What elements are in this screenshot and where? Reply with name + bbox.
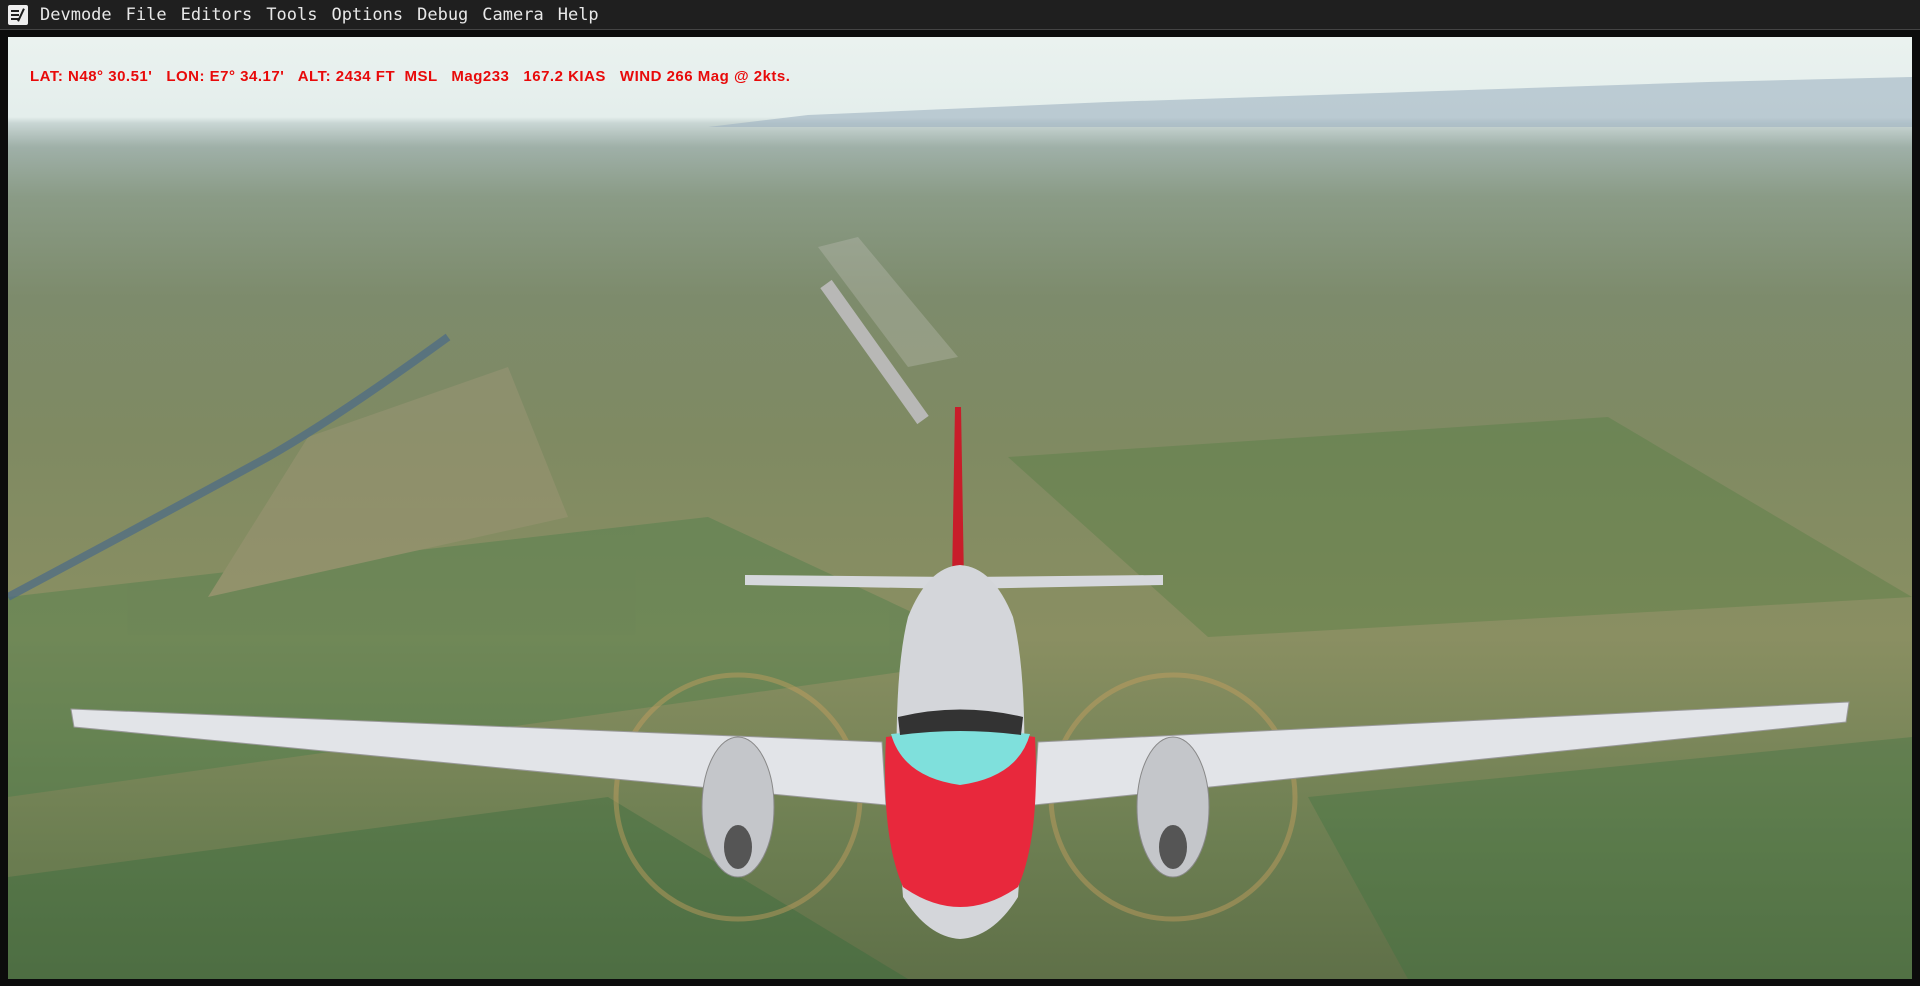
menu-devmode[interactable]: Devmode — [40, 5, 112, 25]
menu-tools[interactable]: Tools — [266, 5, 317, 25]
right-engine-intake — [1159, 825, 1187, 869]
menu-editors[interactable]: Editors — [181, 5, 253, 25]
menu-bar: Devmode File Editors Tools Options Debug… — [0, 0, 1920, 30]
tail-fin — [952, 407, 964, 582]
menu-file[interactable]: File — [126, 5, 167, 25]
menu-options[interactable]: Options — [331, 5, 403, 25]
flight-scene — [8, 77, 1912, 979]
menu-help[interactable]: Help — [558, 5, 599, 25]
menu-debug[interactable]: Debug — [417, 5, 468, 25]
devmode-logo-icon[interactable] — [8, 4, 28, 25]
position-readout: LAT: N48° 30.51' LON: E7° 34.17' ALT: 24… — [30, 68, 791, 85]
menu-camera[interactable]: Camera — [482, 5, 543, 25]
game-viewport[interactable]: LAT: N48° 30.51' LON: E7° 34.17' ALT: 24… — [8, 37, 1912, 979]
left-engine-intake — [724, 825, 752, 869]
mountains — [708, 77, 1912, 127]
